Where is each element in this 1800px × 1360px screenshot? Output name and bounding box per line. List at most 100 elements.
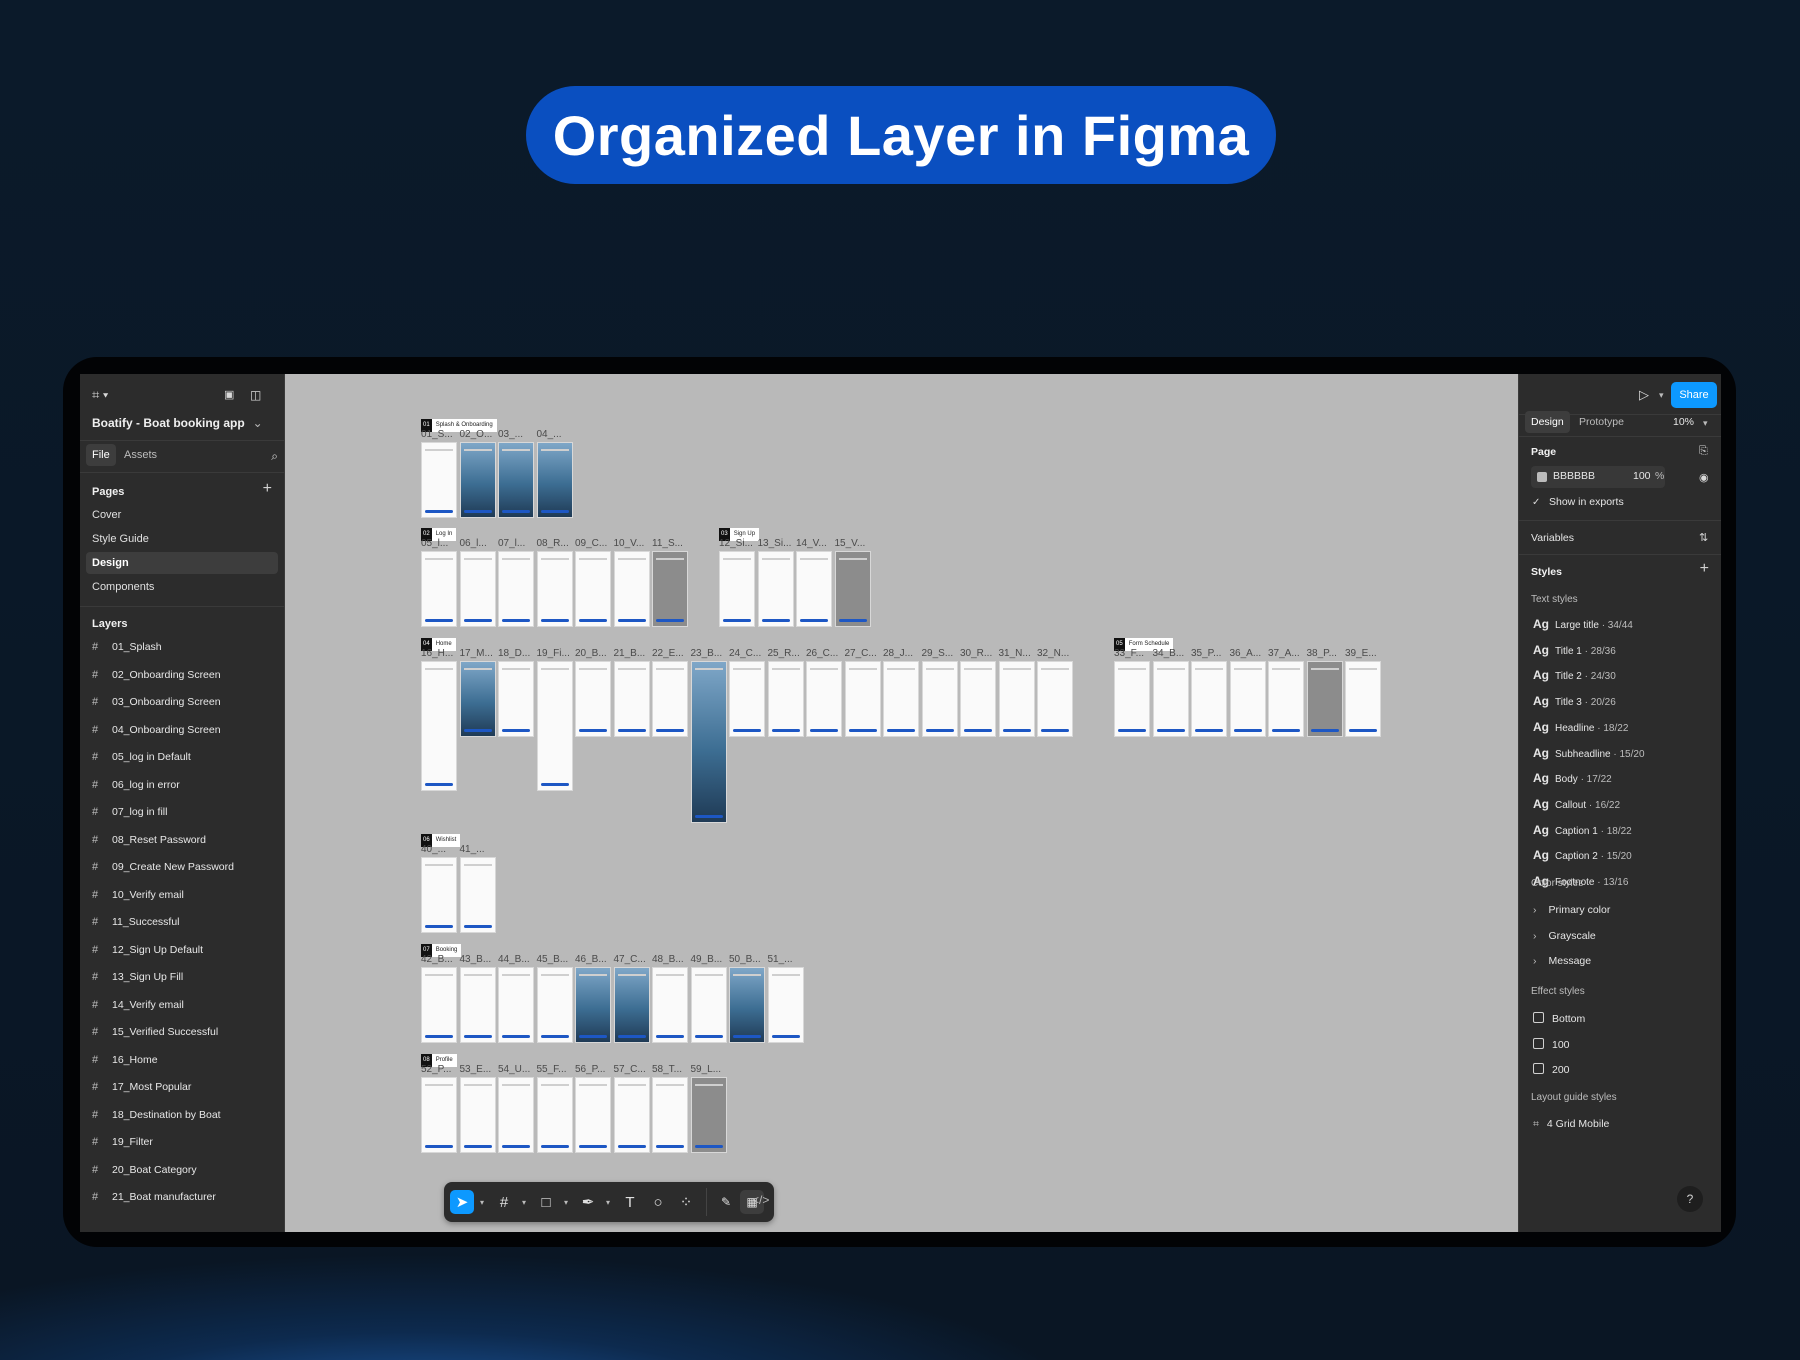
variables-icon[interactable]: ⇅ [1699, 531, 1708, 545]
frame-label[interactable]: 41_... [460, 844, 485, 855]
frame-label[interactable]: 20_B... [575, 648, 607, 659]
frame-label[interactable]: 23_B... [691, 648, 723, 659]
screen-frame[interactable] [1152, 661, 1189, 737]
page-item-style-guide[interactable]: Style Guide [86, 528, 278, 550]
screen-frame[interactable] [960, 661, 996, 737]
frame-label[interactable]: 31_N... [999, 648, 1031, 659]
layer-item[interactable]: #17_Most Popular [92, 1078, 191, 1096]
frame-label[interactable]: 32_N... [1037, 648, 1069, 659]
frame-label[interactable]: 57_C... [614, 1064, 646, 1075]
zoom-level[interactable]: 10% [1673, 416, 1694, 428]
layer-item[interactable]: #16_Home [92, 1051, 158, 1069]
page-item-design[interactable]: Design [86, 552, 278, 574]
layer-item[interactable]: #07_log in fill [92, 803, 167, 821]
frame-label[interactable]: 18_D... [498, 648, 530, 659]
text-style-item[interactable]: Ag Headline · 18/22 [1533, 720, 1628, 734]
screen-frame[interactable] [652, 967, 688, 1043]
file-name[interactable]: Boatify - Boat booking app ⌄ [92, 416, 263, 430]
text-style-item[interactable]: Ag Caption 1 · 18/22 [1533, 823, 1632, 837]
frame-label[interactable]: 22_E... [652, 648, 684, 659]
screen-frame[interactable] [613, 1077, 650, 1153]
screen-frame[interactable] [690, 967, 727, 1043]
layer-item[interactable]: #03_Onboarding Screen [92, 693, 221, 711]
frame-label[interactable]: 02_O... [460, 429, 493, 440]
frame-label[interactable]: 26_C... [806, 648, 838, 659]
page-settings-icon[interactable]: ⎘ [1699, 444, 1708, 458]
add-page-icon[interactable]: + [263, 480, 272, 498]
frame-label[interactable]: 39_E... [1345, 648, 1377, 659]
screen-frame[interactable] [690, 1077, 727, 1153]
frame-label[interactable]: 52_P... [421, 1064, 451, 1075]
screen-frame[interactable] [690, 661, 727, 823]
screen-frame[interactable] [834, 551, 871, 627]
frame-label[interactable]: 24_C... [729, 648, 761, 659]
frame-label[interactable]: 05_l... [421, 538, 448, 549]
screen-frame[interactable] [459, 442, 496, 518]
frame-label[interactable]: 01_S... [421, 429, 453, 440]
screen-frame[interactable] [719, 551, 755, 627]
chevron-down-icon[interactable]: ▾ [1703, 416, 1708, 430]
frame-label[interactable]: 51_... [768, 954, 793, 965]
layer-item[interactable]: #13_Sign Up Fill [92, 968, 183, 986]
screen-frame[interactable] [1191, 661, 1227, 737]
layer-item[interactable]: #05_log in Default [92, 748, 191, 766]
screen-frame[interactable] [652, 551, 688, 627]
text-icon[interactable]: T [618, 1190, 642, 1214]
screen-frame[interactable] [421, 857, 457, 933]
screen-frame[interactable] [498, 661, 534, 737]
frame-label[interactable]: 28_J... [883, 648, 913, 659]
comment-icon[interactable]: ○ [646, 1190, 670, 1214]
frame-label[interactable]: 50_B... [729, 954, 761, 965]
frame-label[interactable]: 59_L... [691, 1064, 722, 1075]
screen-frame[interactable] [536, 967, 573, 1043]
screen-frame[interactable] [459, 551, 496, 627]
frame-label[interactable]: 55_F... [537, 1064, 567, 1075]
search-icon[interactable]: ⌕ [271, 449, 278, 463]
screen-frame[interactable] [498, 1077, 534, 1153]
frame-label[interactable]: 14_V... [796, 538, 827, 549]
frame-label[interactable]: 21_B... [614, 648, 646, 659]
effect-style-item[interactable]: 100 [1533, 1037, 1570, 1051]
frame-label[interactable]: 12_Si... [719, 538, 753, 549]
frame-label[interactable]: 16_H... [421, 648, 453, 659]
effect-style-item[interactable]: Bottom [1533, 1012, 1585, 1025]
screen-frame[interactable] [498, 442, 534, 518]
screen-frame[interactable] [1345, 661, 1381, 737]
screen-frame[interactable] [459, 857, 496, 933]
screen-frame[interactable] [729, 661, 765, 737]
screen-frame[interactable] [1268, 661, 1304, 737]
eye-icon[interactable]: ◉ [1699, 471, 1709, 485]
screen-frame[interactable] [498, 967, 534, 1043]
screen-frame[interactable] [536, 551, 573, 627]
screen-frame[interactable] [767, 967, 804, 1043]
screen-frame[interactable] [767, 661, 804, 737]
toggle-sidebar-icon[interactable]: ◫ [250, 388, 261, 402]
dev-mode-icon[interactable]: </> [752, 1193, 769, 1207]
screen-frame[interactable] [652, 661, 688, 737]
frame-label[interactable]: 15_V... [835, 538, 866, 549]
screen-frame[interactable] [421, 661, 457, 791]
frame-label[interactable]: 38_P... [1307, 648, 1337, 659]
chevron-down-icon[interactable]: ▾ [602, 1190, 614, 1214]
play-icon[interactable]: ▷ [1639, 388, 1649, 402]
frame-label[interactable]: 45_B... [537, 954, 569, 965]
frame-label[interactable]: 03_... [498, 429, 523, 440]
layer-item[interactable]: #19_Filter [92, 1133, 153, 1151]
frame-label[interactable]: 47_C... [614, 954, 646, 965]
layer-item[interactable]: #08_Reset Password [92, 831, 206, 849]
screen-frame[interactable] [575, 1077, 611, 1153]
screen-frame[interactable] [421, 1077, 457, 1153]
screen-frame[interactable] [1229, 661, 1266, 737]
screen-frame[interactable] [796, 551, 832, 627]
chevron-down-icon[interactable]: ⌄ [253, 416, 263, 430]
text-style-item[interactable]: Ag Caption 2 · 15/20 [1533, 848, 1632, 862]
frame-label[interactable]: 44_B... [498, 954, 530, 965]
page-item-components[interactable]: Components [86, 576, 278, 598]
layout-guide-item[interactable]: ⌗ 4 Grid Mobile [1533, 1118, 1609, 1131]
move-icon[interactable]: ➤ [450, 1190, 474, 1214]
frame-label[interactable]: 35_P... [1191, 648, 1221, 659]
screen-frame[interactable] [536, 661, 573, 791]
layer-item[interactable]: #11_Successful [92, 913, 180, 931]
screen-frame[interactable] [806, 661, 842, 737]
screen-frame[interactable] [575, 967, 611, 1043]
